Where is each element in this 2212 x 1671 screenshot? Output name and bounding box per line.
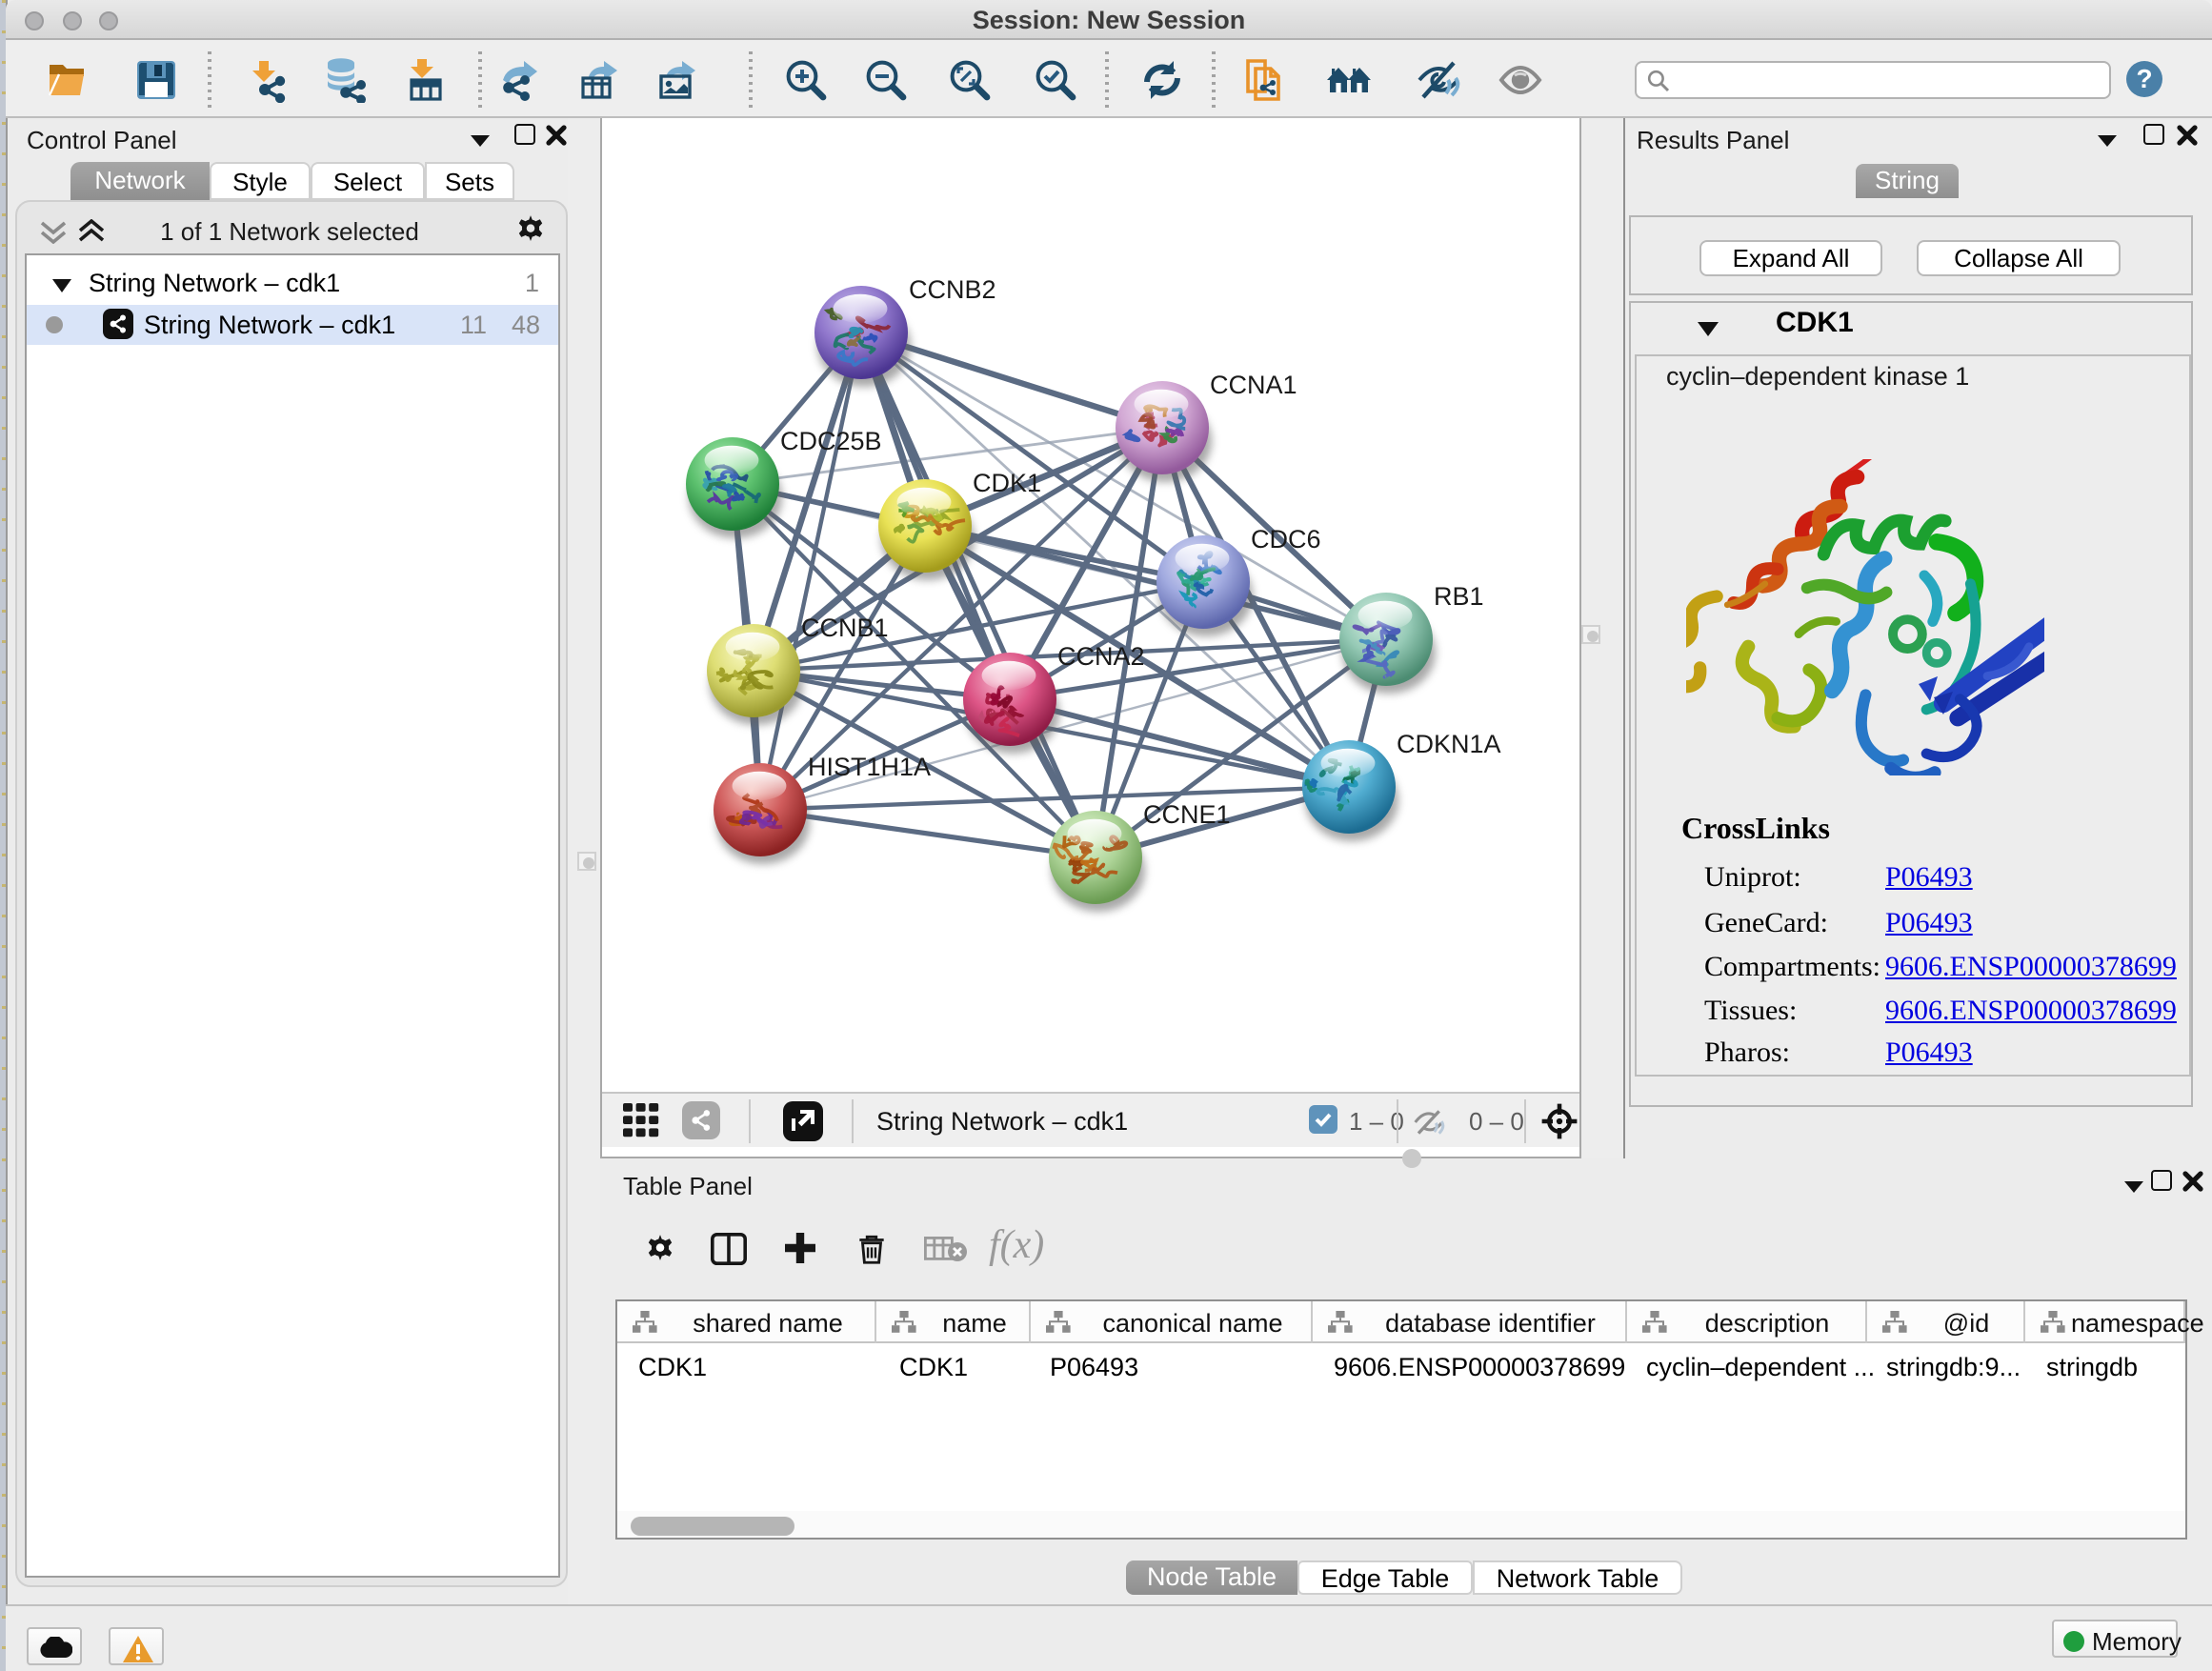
- svg-text:CDC6: CDC6: [1251, 525, 1321, 554]
- svg-text:CDKN1A: CDKN1A: [1397, 730, 1501, 758]
- svg-text:CDK1: CDK1: [973, 469, 1041, 497]
- svg-text:CCNA2: CCNA2: [1057, 642, 1145, 671]
- svg-text:CCNE1: CCNE1: [1143, 800, 1231, 829]
- svg-text:CCNB1: CCNB1: [801, 614, 889, 642]
- svg-text:CCNB2: CCNB2: [909, 275, 996, 304]
- svg-text:CDC25B: CDC25B: [780, 427, 882, 455]
- svg-text:HIST1H1A: HIST1H1A: [808, 753, 931, 781]
- svg-text:CCNA1: CCNA1: [1210, 371, 1297, 399]
- svg-text:RB1: RB1: [1434, 582, 1484, 611]
